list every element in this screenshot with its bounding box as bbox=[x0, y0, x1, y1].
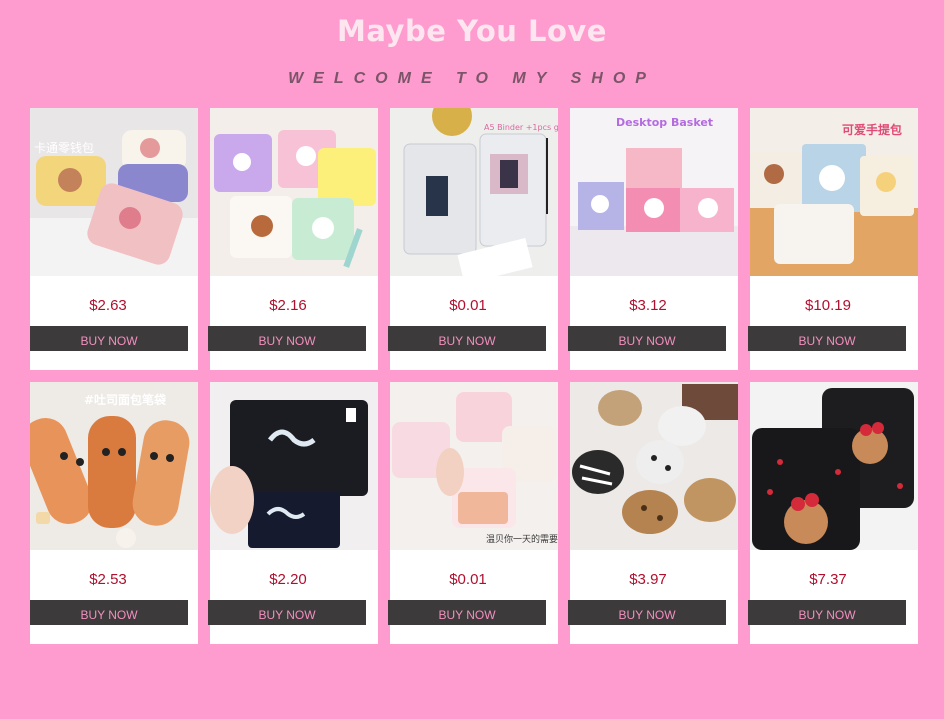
page-title: Maybe You Love bbox=[337, 14, 607, 48]
product-card[interactable]: $2.20 BUY NOW bbox=[208, 382, 378, 644]
product-price: $3.97 bbox=[629, 571, 667, 588]
product-price: $3.12 bbox=[629, 297, 667, 314]
buy-now-button[interactable]: BUY NOW bbox=[208, 600, 366, 625]
page-subtitle: WELCOME TO MY SHOP bbox=[288, 70, 656, 87]
image-caption: 卡通零钱包 bbox=[34, 140, 94, 155]
buy-now-button[interactable]: BUY NOW bbox=[208, 326, 366, 351]
product-card[interactable]: 卡通零钱包 $2.63 BUY NOW bbox=[30, 108, 198, 370]
product-image[interactable]: #吐司面包笔袋 bbox=[30, 382, 198, 550]
image-caption: 可爱手提包 bbox=[842, 122, 902, 137]
product-price: $10.19 bbox=[805, 297, 851, 314]
product-image[interactable]: A5 Binder +1pcs gift bbox=[390, 108, 558, 276]
product-price: $7.37 bbox=[809, 571, 847, 588]
product-card[interactable]: 温贝你一天的需要 $0.01 BUY NOW bbox=[388, 382, 558, 644]
buy-now-button[interactable]: BUY NOW bbox=[748, 600, 906, 625]
buy-now-button[interactable]: BUY NOW bbox=[388, 600, 546, 625]
product-price: $2.16 bbox=[269, 297, 307, 314]
product-image[interactable]: 可爱手提包 bbox=[750, 108, 918, 276]
buy-now-button[interactable]: BUY NOW bbox=[568, 326, 726, 351]
product-image[interactable] bbox=[210, 382, 378, 550]
product-price: $2.63 bbox=[89, 297, 127, 314]
product-image[interactable] bbox=[210, 108, 378, 276]
image-caption: #吐司面包笔袋 bbox=[84, 392, 167, 407]
image-caption: 温贝你一天的需要 bbox=[486, 533, 558, 545]
product-image[interactable]: Desktop Basket bbox=[570, 108, 738, 276]
product-card[interactable]: #吐司面包笔袋 $2.53 BUY NOW bbox=[30, 382, 198, 644]
product-card[interactable]: Desktop Basket $3.12 BUY NOW bbox=[568, 108, 738, 370]
buy-now-button[interactable]: BUY NOW bbox=[748, 326, 906, 351]
product-card[interactable]: $2.16 BUY NOW bbox=[208, 108, 378, 370]
product-image[interactable]: 卡通零钱包 bbox=[30, 108, 198, 276]
image-caption: Desktop Basket bbox=[616, 116, 713, 129]
product-card[interactable]: $3.97 BUY NOW bbox=[568, 382, 738, 644]
buy-now-button[interactable]: BUY NOW bbox=[568, 600, 726, 625]
product-price: $2.53 bbox=[89, 571, 127, 588]
product-price: $0.01 bbox=[449, 571, 487, 588]
product-card[interactable]: $7.37 BUY NOW bbox=[748, 382, 918, 644]
image-caption: A5 Binder +1pcs gift bbox=[484, 123, 558, 132]
product-image[interactable] bbox=[570, 382, 738, 550]
buy-now-button[interactable]: BUY NOW bbox=[388, 326, 546, 351]
buy-now-button[interactable]: BUY NOW bbox=[30, 600, 188, 625]
product-image[interactable] bbox=[750, 382, 918, 550]
product-price: $2.20 bbox=[269, 571, 307, 588]
product-price: $0.01 bbox=[449, 297, 487, 314]
product-card[interactable]: 可爱手提包 $10.19 BUY NOW bbox=[748, 108, 918, 370]
product-card[interactable]: A5 Binder +1pcs gift $0.01 BUY NOW bbox=[388, 108, 558, 370]
buy-now-button[interactable]: BUY NOW bbox=[30, 326, 188, 351]
product-image[interactable]: 温贝你一天的需要 bbox=[390, 382, 558, 550]
